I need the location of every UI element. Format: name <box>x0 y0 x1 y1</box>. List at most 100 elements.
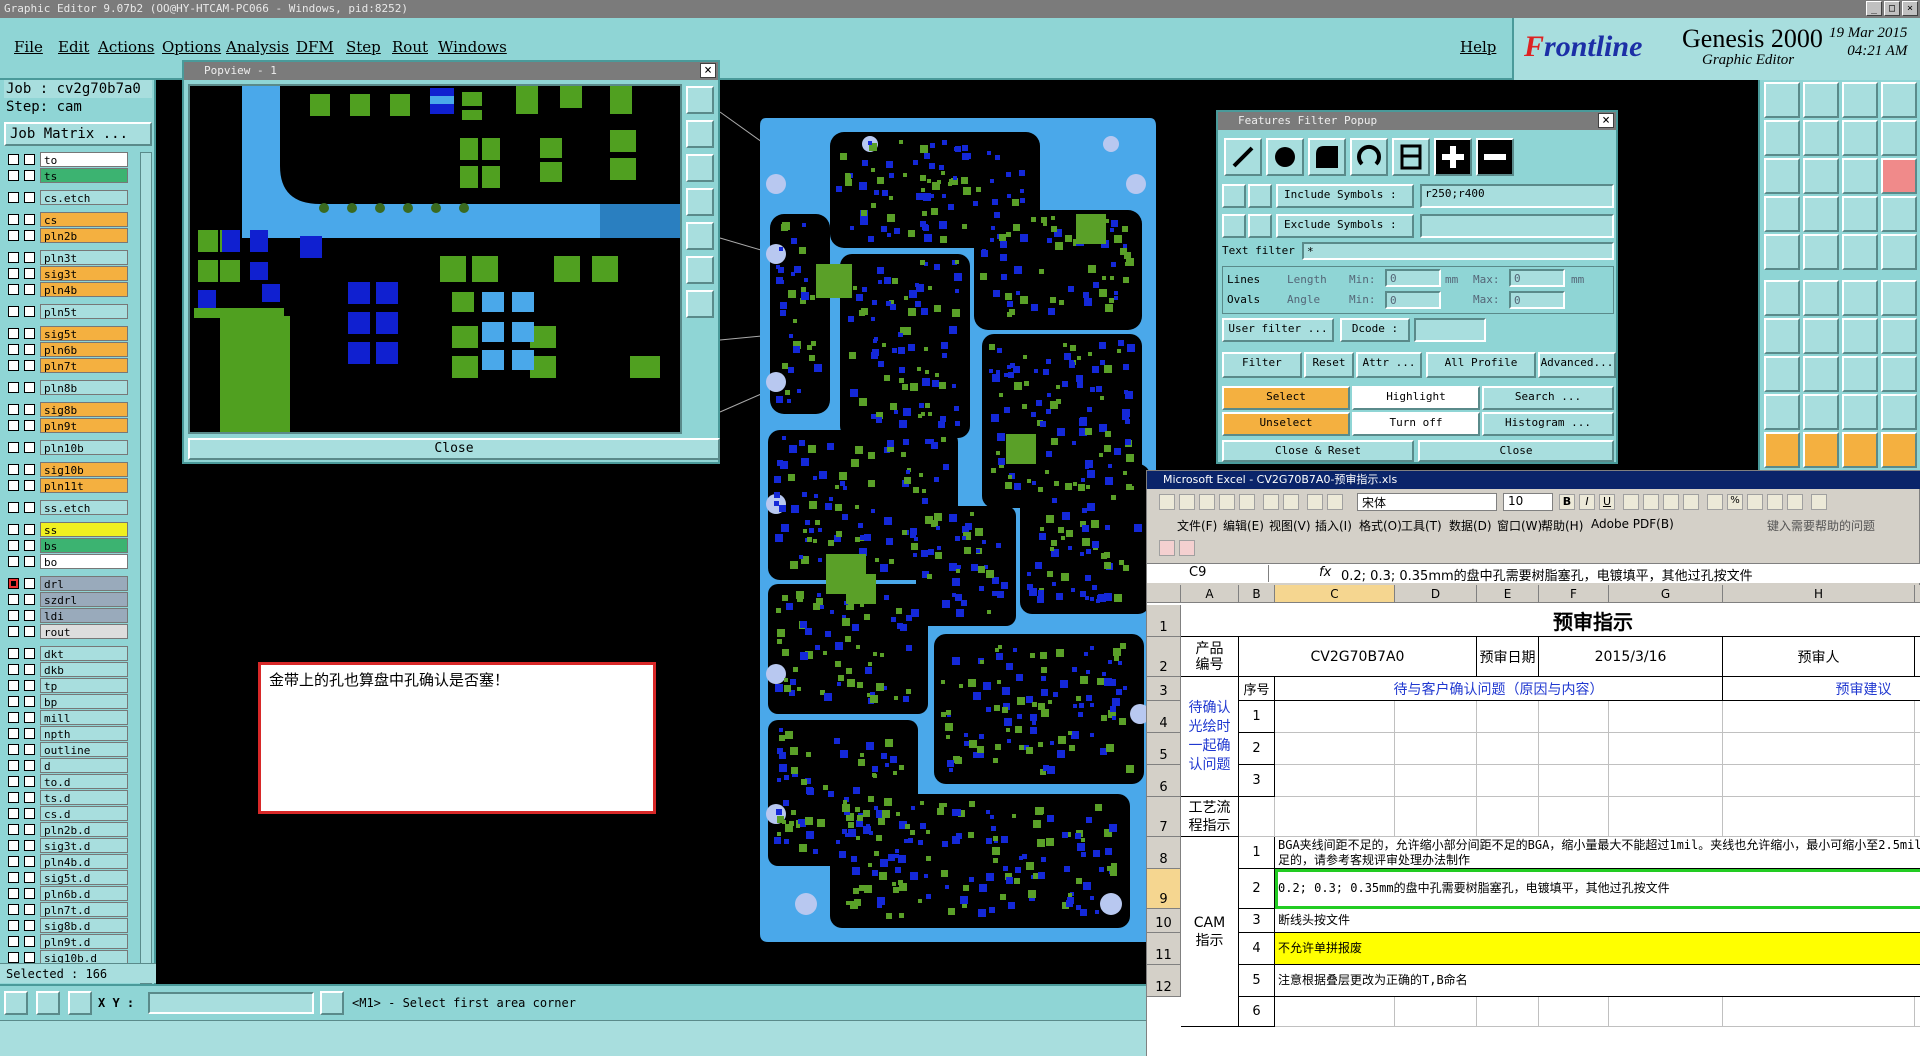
popview-home-icon[interactable] <box>686 154 714 182</box>
attr-button[interactable]: Attr ... <box>1356 352 1422 378</box>
row-header-8[interactable]: 8 <box>1147 837 1181 869</box>
popview-expand-icon[interactable] <box>686 256 714 284</box>
grid-cell[interactable] <box>1609 733 1723 765</box>
column-header-E[interactable]: E <box>1477 585 1539 603</box>
column-header-G[interactable]: G <box>1609 585 1723 603</box>
row-header-3[interactable]: 3 <box>1147 677 1181 701</box>
connect-icon[interactable] <box>1842 280 1878 316</box>
dcode-input[interactable] <box>1414 318 1486 342</box>
cam-seq-2[interactable]: 2 <box>1239 869 1275 909</box>
align-center-icon[interactable] <box>1643 494 1659 510</box>
negative-polarity-icon[interactable] <box>1476 138 1514 176</box>
row-header-7[interactable]: 7 <box>1147 797 1181 837</box>
row-header-12[interactable]: 12 <box>1147 965 1181 997</box>
font-name-select[interactable]: 宋体 <box>1357 493 1497 511</box>
grid-cell[interactable] <box>1275 797 1395 837</box>
max-angle-input[interactable]: 0 <box>1509 291 1565 309</box>
check-icon[interactable] <box>1881 196 1917 232</box>
route-icon[interactable] <box>1764 196 1800 232</box>
popview-zoom-view[interactable] <box>188 84 682 434</box>
grid-cell[interactable] <box>1395 797 1477 837</box>
indent-icon[interactable] <box>1811 494 1827 510</box>
diag-icon[interactable] <box>1803 318 1839 354</box>
cam-instruction-5[interactable]: 注意根据叠层更改为正确的T,B命名 <box>1275 965 1920 997</box>
include-symbols-input[interactable]: r250;r400 <box>1420 184 1614 208</box>
grid-cell[interactable] <box>1609 797 1723 837</box>
exclude-pick-icon[interactable] <box>1222 214 1246 238</box>
excel-menu-item[interactable]: 工具(T) <box>1401 517 1442 534</box>
copy-icon[interactable] <box>1842 356 1878 392</box>
grid-cell[interactable] <box>1723 997 1915 1027</box>
permission-icon[interactable] <box>1219 494 1235 510</box>
graphic-icon[interactable] <box>1881 82 1917 118</box>
grid-cell[interactable] <box>1539 997 1609 1027</box>
flip-icon[interactable] <box>1881 120 1917 156</box>
annotation-note[interactable]: 金带上的孔也算盘中孔确认是否塞！ <box>258 662 656 814</box>
filter-toggle[interactable]: Filter <box>1222 352 1302 378</box>
grid-cell[interactable] <box>1275 701 1395 733</box>
popview-zoom-out-icon[interactable] <box>686 120 714 148</box>
issues-header[interactable]: 待与客户确认问题（原因与内容） <box>1275 677 1723 701</box>
swap-icon[interactable] <box>1842 120 1878 156</box>
grid-cell[interactable] <box>1539 701 1609 733</box>
column-header-D[interactable]: D <box>1395 585 1477 603</box>
column-header-B[interactable]: B <box>1239 585 1275 603</box>
excel-menu-item[interactable]: 数据(D) <box>1449 517 1492 534</box>
grid-cell[interactable] <box>1723 733 1915 765</box>
grid-cell[interactable] <box>1275 997 1395 1027</box>
grid-cell[interactable] <box>1477 797 1539 837</box>
exclude-symbols-input[interactable] <box>1420 214 1614 238</box>
excel-menu-item[interactable]: 帮助(H) <box>1541 517 1583 534</box>
open-step-icon[interactable] <box>1764 82 1800 118</box>
grid-cell[interactable] <box>1915 733 1920 765</box>
triangle-icon[interactable] <box>1803 394 1839 430</box>
print-icon[interactable] <box>1263 494 1279 510</box>
scale-icon[interactable] <box>1842 158 1878 194</box>
xy-input[interactable] <box>148 992 314 1014</box>
cam-seq-4[interactable]: 4 <box>1239 933 1275 965</box>
grid-cell[interactable] <box>1609 701 1723 733</box>
exclude-select-icon[interactable] <box>1248 214 1272 238</box>
rotate-icon[interactable] <box>1842 318 1878 354</box>
move-icon[interactable] <box>1764 356 1800 392</box>
excel-menu-item[interactable]: 格式(O) <box>1359 517 1402 534</box>
grid-cell[interactable] <box>1477 733 1539 765</box>
row-header-10[interactable]: 10 <box>1147 909 1181 933</box>
pad-symbol-icon[interactable] <box>1266 138 1304 176</box>
text-symbol-icon[interactable] <box>1392 138 1430 176</box>
snap-icon[interactable] <box>68 991 92 1015</box>
cam-label[interactable]: CAM指示 <box>1181 837 1239 1027</box>
cam-instruction-4[interactable]: 不允许单拼报废 <box>1275 933 1920 965</box>
grid-cell[interactable] <box>1395 733 1477 765</box>
pcb-board-view[interactable] <box>756 114 1160 948</box>
grid-cell[interactable] <box>1275 733 1395 765</box>
percent-icon[interactable]: % <box>1727 494 1743 510</box>
grid-cell[interactable] <box>1539 797 1609 837</box>
grid-cell[interactable] <box>1723 797 1915 837</box>
column-header-F[interactable]: F <box>1539 585 1609 603</box>
pending-label[interactable]: 待确认光绘时一起确认问题 <box>1181 677 1239 797</box>
max-length-input[interactable]: 0 <box>1509 269 1565 287</box>
product-no-value[interactable]: CV2G70B7A0 <box>1239 637 1477 677</box>
unselect-button[interactable]: Unselect <box>1222 412 1350 436</box>
select-button[interactable]: Select <box>1222 386 1350 410</box>
net-icon[interactable] <box>1764 280 1800 316</box>
pdf-email-icon[interactable] <box>1179 540 1195 556</box>
cam-instruction-2[interactable]: 0.2; 0.3; 0.35mm的盘中孔需要树脂塞孔，电镀填平，其他过孔按文件 <box>1275 869 1920 909</box>
column-header-C[interactable]: C <box>1275 585 1395 603</box>
excel-menu-item[interactable]: 视图(V) <box>1269 517 1311 534</box>
delete-icon[interactable] <box>1881 356 1917 392</box>
grid-cell[interactable] <box>1477 997 1539 1027</box>
reviewer-value[interactable]: 王琪 <box>1915 637 1920 677</box>
pdf-convert-icon[interactable] <box>1159 540 1175 556</box>
cam-instruction-3[interactable]: 断线头按文件 <box>1275 909 1920 933</box>
save-icon[interactable] <box>1199 494 1215 510</box>
save-icon[interactable] <box>1803 82 1839 118</box>
zoom-area-icon[interactable] <box>4 991 28 1015</box>
layers-icon[interactable] <box>1842 196 1878 232</box>
grid-cell[interactable] <box>1477 701 1539 733</box>
popview-pan-icon[interactable] <box>686 188 714 216</box>
column-header-H[interactable]: H <box>1723 585 1915 603</box>
grid-cell[interactable] <box>1395 997 1477 1027</box>
currency-icon[interactable] <box>1707 494 1723 510</box>
